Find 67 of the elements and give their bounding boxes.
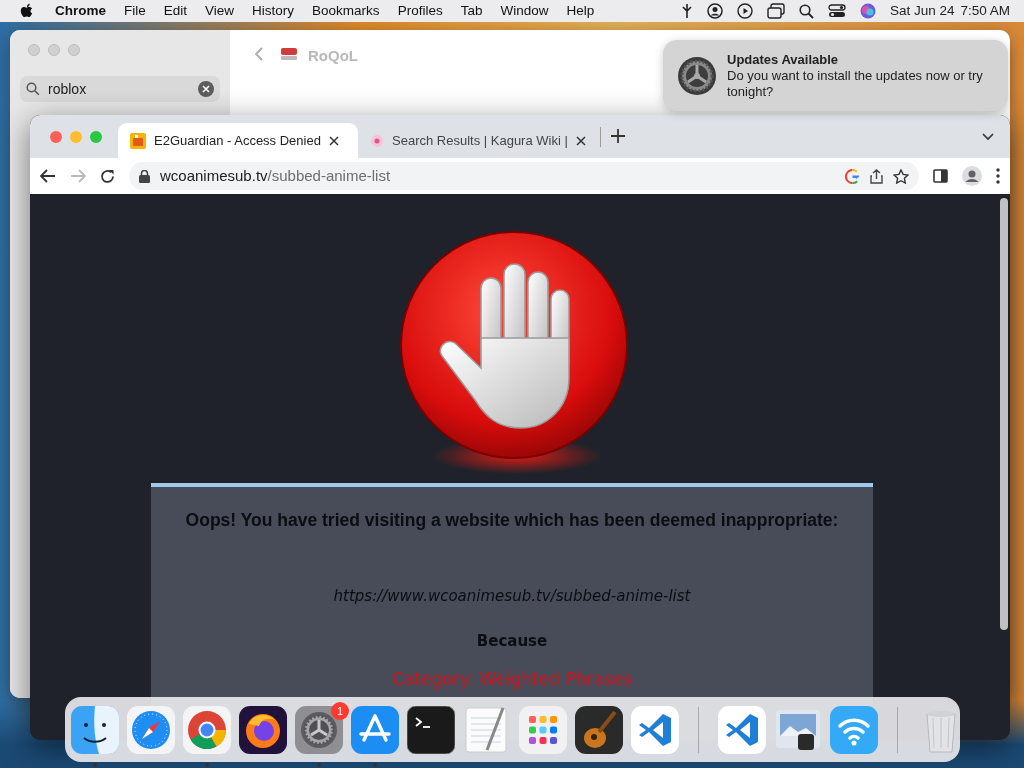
siri-icon[interactable] — [859, 3, 876, 19]
face-icon[interactable] — [71, 705, 119, 754]
menu-time[interactable]: 7:50 AM — [960, 0, 1010, 22]
menu-item[interactable]: Window — [491, 0, 558, 22]
page-title: RoQoL — [308, 46, 358, 66]
star-icon[interactable] — [893, 168, 909, 184]
app-menu[interactable]: Chrome — [46, 0, 115, 22]
close-icon[interactable] — [575, 135, 586, 146]
menu-item[interactable]: Profiles — [388, 0, 452, 22]
menu-item[interactable]: History — [243, 0, 304, 22]
menu-item[interactable]: File — [115, 0, 155, 22]
google-icon[interactable] — [845, 168, 860, 184]
close-icon[interactable] — [328, 135, 339, 146]
control-center-icon[interactable] — [827, 4, 846, 18]
windows-icon[interactable] — [766, 3, 785, 19]
error-heading: Oops! You have tried visiting a website which has been deemed inappropriate: — [184, 509, 840, 532]
notification[interactable]: Updates Available Do you want to install the updates now or try tonight? — [663, 40, 1008, 111]
guitar-icon[interactable] — [575, 705, 623, 754]
code-editor-icon[interactable] — [631, 705, 679, 754]
address-bar[interactable]: wcoanimesub.tv/subbed-anime-list — [129, 162, 919, 190]
fox-icon[interactable] — [239, 705, 287, 754]
browser-tab[interactable]: E2Guardian - Access Denied — [118, 123, 358, 158]
chevron-down-icon[interactable] — [982, 132, 994, 141]
block-reason: Category: Weighted Phrases — [390, 668, 633, 691]
gear-icon — [677, 55, 717, 96]
because-label: Because — [475, 630, 549, 652]
lock-icon — [139, 169, 150, 183]
wifi-icon[interactable] — [830, 705, 878, 754]
clear-icon[interactable] — [198, 81, 214, 97]
grid-icon[interactable] — [519, 705, 567, 754]
user-icon[interactable] — [706, 3, 723, 19]
terminal-icon[interactable] — [407, 705, 455, 754]
menu-item[interactable]: Help — [557, 0, 604, 22]
flower-icon — [370, 133, 384, 148]
search-icon — [26, 82, 40, 96]
notification-badge: 1 — [331, 701, 349, 720]
notification-text: Do you want to install the updates now or try tonight? — [727, 67, 984, 100]
url-text: wcoanimesub.tv/subbed-anime-list — [160, 165, 391, 186]
blocked-url: https://www.wcoanimesub.tv/subbed-anime-list — [332, 586, 692, 608]
menu-date[interactable]: Sat Jun 24 — [889, 0, 955, 22]
search-icon[interactable] — [798, 3, 814, 19]
back-icon[interactable] — [40, 169, 56, 183]
code-editor-icon[interactable] — [718, 705, 766, 754]
side-panel-icon[interactable] — [933, 169, 948, 183]
browser-tab[interactable]: Search Results | Kagura Wiki | — [358, 123, 598, 158]
menu-item[interactable]: Bookmarks — [303, 0, 389, 22]
app-store-icon[interactable] — [351, 705, 399, 754]
reload-icon[interactable] — [100, 168, 115, 184]
play-icon[interactable] — [736, 3, 753, 19]
app-logo-icon — [280, 46, 298, 62]
compass-icon[interactable] — [127, 705, 175, 754]
scrollbar[interactable] — [1000, 198, 1008, 630]
menu-icon[interactable] — [996, 168, 1000, 184]
menu-item[interactable]: View — [196, 0, 244, 22]
chrome-icon[interactable] — [183, 705, 231, 754]
search-text: roblox — [48, 79, 88, 99]
apple-icon[interactable] — [20, 3, 34, 19]
search-field[interactable]: roblox — [20, 76, 220, 102]
profile-icon[interactable] — [962, 166, 982, 186]
antenna-icon[interactable] — [680, 3, 693, 19]
share-icon[interactable] — [870, 168, 883, 184]
favicon-icon — [130, 132, 146, 149]
gear-icon[interactable] — [295, 705, 343, 754]
notification-title: Updates Available — [727, 51, 840, 68]
new-tab-icon[interactable] — [611, 128, 625, 143]
menu-item[interactable]: Tab — [451, 0, 492, 22]
menu-item[interactable]: Edit — [154, 0, 197, 22]
